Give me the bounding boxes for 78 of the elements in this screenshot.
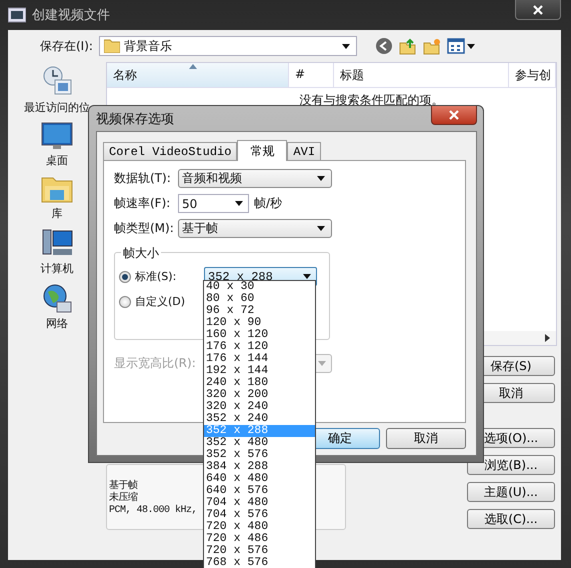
radio-label: 标准(S): [135,269,176,284]
column-header[interactable]: # [289,63,334,87]
close-icon [449,110,459,120]
save-in-label: 保存在(I): [40,38,93,54]
list-option[interactable]: 352 x 240 [204,413,315,425]
field-label: 显示宽高比(R): [114,355,197,372]
film-icon [8,7,26,23]
close-button[interactable] [515,0,561,20]
folder-icon [104,39,120,53]
list-option[interactable]: 704 x 480 [204,497,315,509]
place-item[interactable]: 网络 [41,282,73,331]
window-title: 创建视频文件 [32,7,110,24]
close-icon [533,4,543,14]
caret-icon [342,44,350,48]
tab[interactable]: 常规 [237,140,288,161]
info-line: 未压缩 [109,493,138,505]
dialog-title: 视频保存选项 [96,110,174,128]
list-option[interactable]: 352 x 576 [204,449,315,461]
globe-icon [41,282,73,314]
list-option[interactable]: 176 x 120 [204,341,315,353]
frame-rate-combo[interactable]: 50 [178,194,249,213]
scroll-right-icon[interactable] [545,334,550,342]
dialog-button[interactable]: 主题(U)... [467,482,555,502]
data-track-dropdown[interactable]: 音频和视频 [178,169,332,188]
list-option[interactable]: 768 x 576 [204,557,315,568]
list-option[interactable]: 384 x 288 [204,461,315,473]
field-label: 数据轨(T): [114,170,172,187]
list-option[interactable]: 160 x 120 [204,329,315,341]
close-button[interactable] [431,106,477,125]
list-option[interactable]: 720 x 576 [204,545,315,557]
place-item[interactable]: 桌面 [41,121,73,168]
dialog-button[interactable]: 选取(C)... [467,509,555,529]
list-option[interactable]: 80 x 60 [204,293,315,305]
column-header[interactable]: 名称 [107,63,289,87]
up-folder-icon[interactable] [398,37,417,55]
info-line: 基于帧 [109,481,138,492]
list-option[interactable]: 176 x 144 [204,353,315,365]
save-in-dropdown[interactable]: 背景音乐 [98,36,357,56]
place-item[interactable]: 计算机 [40,227,74,276]
list-option[interactable]: 640 x 480 [204,473,315,485]
view-icon [446,38,465,54]
list-option[interactable]: 720 x 486 [204,533,315,545]
list-option[interactable]: 704 x 576 [204,509,315,521]
radio-button[interactable] [119,270,131,282]
caret-icon [235,201,243,206]
monitor-icon [41,121,73,151]
list-option[interactable]: 120 x 90 [204,317,315,329]
list-option[interactable]: 240 x 180 [204,377,315,389]
list-option[interactable]: 320 x 200 [204,389,315,401]
dialog-button[interactable]: 浏览(B)... [467,455,555,475]
radio-label: 自定义(D) [135,294,186,309]
radio-button[interactable] [119,296,131,308]
list-option[interactable]: 320 x 240 [204,401,315,413]
caret-icon [317,226,325,231]
back-icon[interactable] [374,37,393,55]
tab[interactable]: Corel VideoStudio [103,142,238,160]
dialog-button[interactable]: 取消 [386,428,466,449]
caret-icon [466,44,475,48]
group-legend: 帧大小 [121,245,161,262]
list-option[interactable]: 192 x 144 [204,365,315,377]
place-item[interactable]: 库 [41,174,73,221]
caret-icon [318,361,326,366]
field-label: 帧类型(M): [114,220,175,237]
column-header[interactable]: 参与创 [509,63,556,87]
view-menu-button[interactable] [446,38,475,54]
list-option[interactable]: 96 x 72 [204,305,315,317]
info-line: PCM, 48.000 kHz, [109,505,198,517]
unit-label: 帧/秒 [254,195,282,212]
list-option[interactable]: 640 x 576 [204,485,315,497]
sort-arrow-icon [189,64,197,69]
field-label: 帧速率(F): [114,195,172,212]
place-item[interactable]: 最近访问的位 [24,66,90,115]
list-option[interactable]: 720 x 480 [204,521,315,533]
caret-icon [317,176,325,181]
column-header[interactable]: 标题 [334,63,509,87]
frame-type-dropdown[interactable]: 基于帧 [178,219,332,238]
empty-message: 没有与搜索条件匹配的项。 [298,92,444,109]
tab[interactable]: AVI [287,142,322,160]
